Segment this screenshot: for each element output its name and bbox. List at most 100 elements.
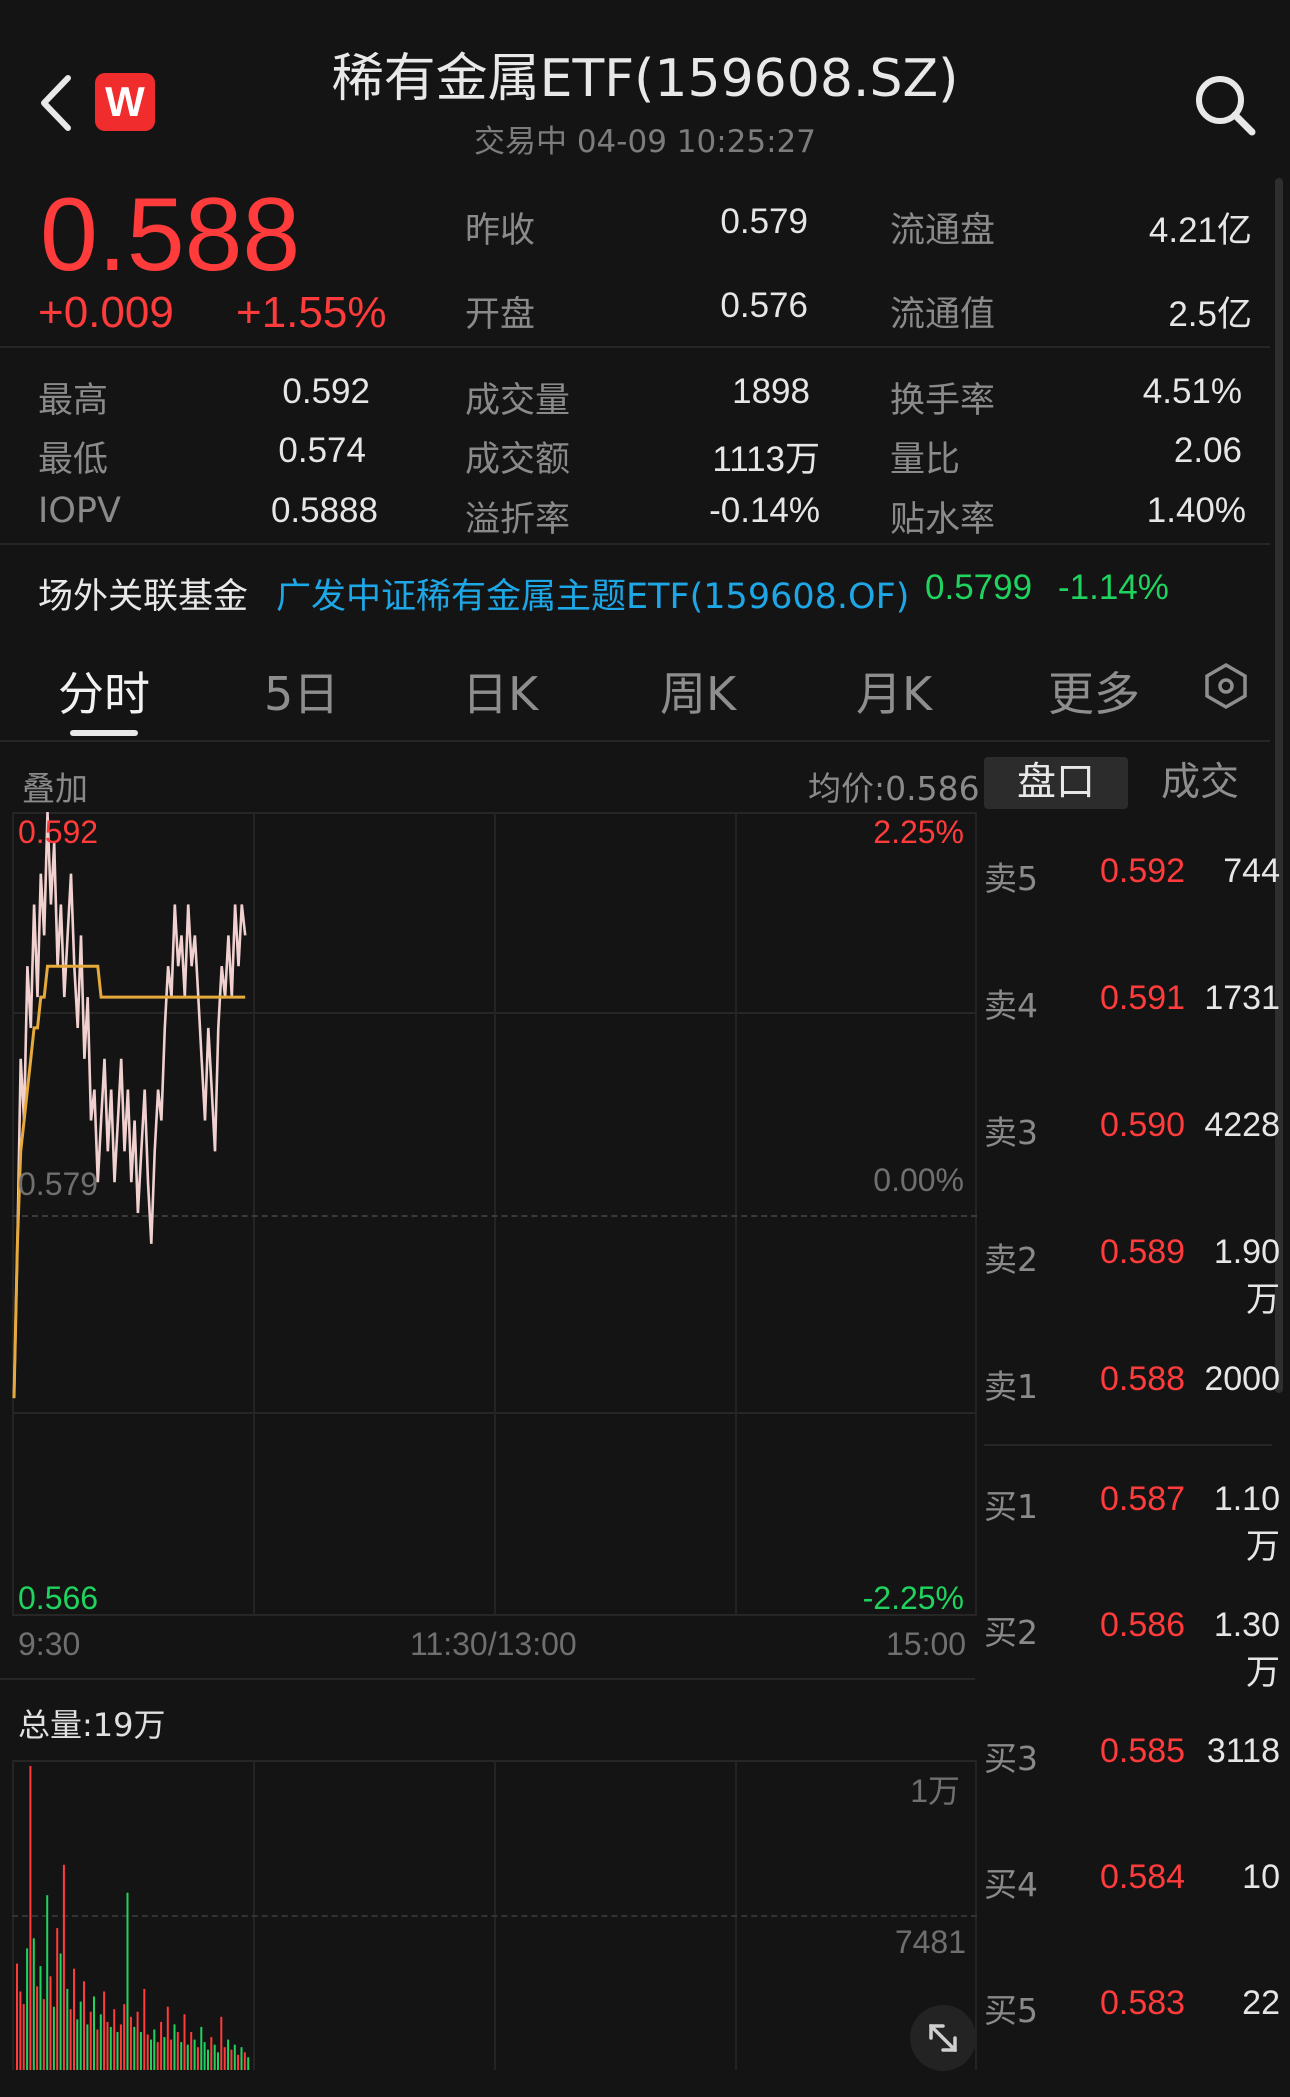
ask-price: 0.592: [1100, 852, 1186, 890]
volume-bar: [247, 2057, 250, 2070]
volume-bar: [180, 2042, 183, 2070]
tab-5day[interactable]: 5日: [264, 658, 339, 724]
bid-price: 0.587: [1100, 1480, 1186, 1518]
time-axis-start: 9:30: [18, 1626, 81, 1662]
bid-price: 0.583: [1100, 1984, 1186, 2022]
bid-level-label: 买2: [984, 1613, 1038, 1652]
ask-volume: 744: [1223, 852, 1280, 890]
volume-bar: [103, 1991, 106, 2070]
ask-price: 0.589: [1100, 1233, 1186, 1271]
high-value: 0.592: [282, 372, 370, 411]
volume-bar: [59, 1953, 62, 2070]
iopv-label: IOPV: [38, 491, 121, 531]
volume-bar: [96, 2029, 99, 2070]
volume-bar: [62, 1864, 65, 2070]
expand-icon[interactable]: [910, 2005, 976, 2071]
volume-bar: [46, 1895, 49, 2070]
volume-chart[interactable]: [0, 1760, 980, 2070]
divider: [0, 346, 1270, 348]
volume-axis-top: 1万: [910, 1773, 960, 1809]
y-axis-top-label: 0.592: [18, 814, 99, 850]
tab-active-indicator: [70, 730, 138, 736]
volume-bar: [106, 2021, 109, 2070]
volume-bar: [200, 2026, 203, 2070]
tab-trades[interactable]: 成交: [1128, 757, 1272, 809]
low-value: 0.574: [278, 431, 366, 470]
volume-bar: [86, 2024, 89, 2070]
search-icon[interactable]: [1190, 70, 1260, 140]
bid-level-label: 买3: [984, 1739, 1038, 1778]
volume-bar: [69, 2009, 72, 2070]
volume-bar: [207, 2049, 209, 2070]
volume-bar: [22, 2004, 25, 2070]
volume-bar: [36, 1986, 39, 2070]
volume-bar: [163, 2037, 166, 2070]
float-value-label: 流通值: [890, 295, 996, 335]
volume-bar: [183, 2014, 186, 2070]
volume-bar: [227, 2039, 230, 2070]
volume-bar: [160, 2021, 163, 2070]
ask-level-label: 卖1: [984, 1367, 1038, 1406]
volume-bar: [173, 2024, 176, 2070]
volume-bar: [213, 2044, 216, 2070]
volume-bar: [93, 1996, 95, 2070]
related-fund-link[interactable]: 广发中证稀有金属主题ETF(159608.OF): [276, 568, 909, 619]
tab-daily-k[interactable]: 日K: [462, 658, 538, 724]
volume-bar: [153, 2029, 156, 2070]
discount-rate-label: 贴水率: [890, 500, 996, 540]
ask-price: 0.588: [1100, 1360, 1186, 1398]
tab-weekly-k[interactable]: 周K: [660, 658, 736, 724]
bid-volume: 1.30万: [1213, 1606, 1280, 1692]
volume-bar: [39, 1966, 42, 2070]
volume-total-label: 总量:19万: [18, 1706, 166, 1744]
volume-bar: [29, 1766, 32, 2070]
volume-bar: [193, 2039, 196, 2070]
tab-more[interactable]: 更多: [1048, 658, 1140, 724]
low-label: 最低: [38, 440, 109, 480]
tab-monthly-k[interactable]: 月K: [856, 658, 932, 724]
settings-hexagon-icon[interactable]: [1203, 662, 1249, 710]
overlay-button[interactable]: 叠加: [22, 762, 88, 810]
scrollbar[interactable]: [1275, 178, 1283, 1393]
price-line: [12, 812, 247, 1399]
volume-bar: [210, 2037, 213, 2070]
volume-ratio-value: 2.06: [1173, 431, 1242, 470]
volume-bar: [230, 2049, 233, 2070]
volume-bar: [26, 1948, 29, 2070]
divider: [0, 543, 1270, 545]
volume-bar: [56, 1928, 59, 2070]
prev-close-label: 昨收: [465, 211, 536, 251]
pct-axis-bottom-label: -2.25%: [862, 1580, 964, 1616]
volume-bar: [170, 2039, 173, 2070]
volume-bar: [116, 2032, 119, 2070]
bid-price: 0.584: [1100, 1858, 1186, 1896]
volume-bar: [126, 1892, 129, 2070]
ask-volume: 1731: [1204, 979, 1280, 1017]
volume-bar: [146, 2034, 149, 2070]
volume-bar: [76, 2019, 79, 2070]
y-axis-bottom-label: 0.566: [18, 1580, 99, 1616]
volume-ratio-label: 量比: [890, 440, 961, 480]
related-fund-pct: -1.14%: [1058, 568, 1169, 607]
intraday-price-chart[interactable]: [0, 812, 980, 1614]
volume-bar: [113, 2009, 116, 2070]
ask-level-label: 卖4: [984, 986, 1038, 1025]
ask-level-label: 卖5: [984, 859, 1038, 898]
ask-volume: 4228: [1204, 1106, 1280, 1144]
ask-level-label: 卖3: [984, 1113, 1038, 1152]
orderbook-divider: [984, 1444, 1272, 1446]
ask-price: 0.591: [1100, 979, 1186, 1017]
pct-axis-top-label: 2.25%: [873, 814, 964, 850]
bid-volume: 10: [1242, 1858, 1280, 1896]
volume-bar: [16, 1963, 18, 2070]
time-axis-mid: 11:30/13:00: [410, 1626, 577, 1662]
price-change-pct: +1.55%: [236, 288, 387, 337]
tab-orderbook[interactable]: 盘口: [984, 757, 1128, 809]
volume-bar: [49, 1976, 52, 2070]
bid-volume: 3118: [1206, 1732, 1280, 1770]
volume-bar: [66, 1988, 69, 2070]
tab-intraday[interactable]: 分时: [58, 658, 150, 724]
volume-bar: [109, 2026, 112, 2070]
bid-volume: 1.10万: [1213, 1480, 1280, 1566]
iopv-value: 0.5888: [270, 491, 378, 530]
